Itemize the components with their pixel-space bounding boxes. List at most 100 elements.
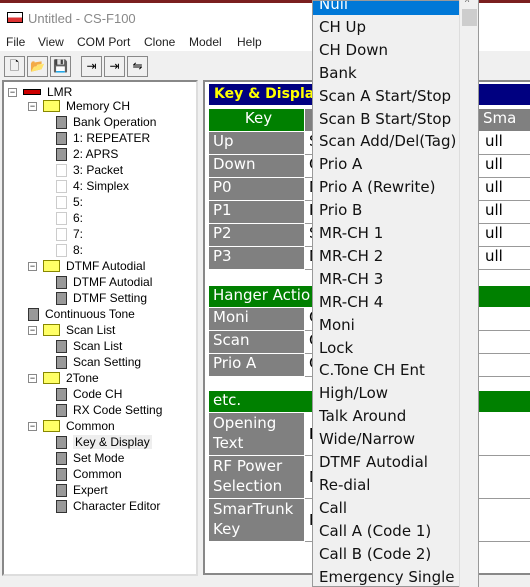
dropdown-option[interactable]: Emergency Single xyxy=(313,566,459,587)
new-file-icon[interactable]: 🗋 xyxy=(4,56,25,77)
dropdown-option[interactable]: CH Down xyxy=(313,39,459,61)
dropdown-option[interactable]: C.Tone CH Ent xyxy=(313,359,459,381)
dropdown-option[interactable]: Call B (Code 2) xyxy=(313,543,459,565)
page-icon xyxy=(56,435,67,449)
dropdown-option[interactable]: MR-CH 1 xyxy=(313,222,459,244)
key-label: Up xyxy=(209,132,304,155)
tree-item-label: Character Editor xyxy=(73,499,161,513)
tree-item[interactable]: 1: REPEATER xyxy=(56,131,150,145)
menu-com-port[interactable]: COM Port xyxy=(77,35,130,49)
tree-item[interactable]: Continuous Tone xyxy=(28,307,135,321)
tree-item[interactable]: − Memory CH xyxy=(28,99,130,113)
dropdown-option[interactable]: Null xyxy=(313,1,459,15)
tree-item[interactable]: 6: xyxy=(56,211,83,225)
function-dropdown-list[interactable]: Null CH Up CH Down Bank Scan A Start/Stop Sca… xyxy=(312,0,479,587)
collapse-icon[interactable]: − xyxy=(8,87,17,97)
dropdown-option[interactable]: Prio B xyxy=(313,199,459,221)
tree-item[interactable]: Scan Setting xyxy=(56,355,141,369)
dropdown-option[interactable]: Call A (Code 1) xyxy=(313,520,459,542)
tree-item-label: 2: APRS xyxy=(73,147,119,161)
tree-item[interactable]: Character Editor xyxy=(56,499,160,513)
menu-view[interactable]: View xyxy=(38,35,64,49)
page-icon xyxy=(56,243,67,257)
smartrunk-function-select[interactable]: ull xyxy=(481,178,530,201)
dropdown-option[interactable]: Lock xyxy=(313,337,459,359)
tree-item[interactable]: 2: APRS xyxy=(56,147,118,161)
dropdown-option[interactable]: MR-CH 3 xyxy=(313,268,459,290)
collapse-icon[interactable]: − xyxy=(28,101,37,111)
tree-item[interactable]: 7: xyxy=(56,227,83,241)
tree-item[interactable]: 3: Packet xyxy=(56,163,123,177)
menu-clone[interactable]: Clone xyxy=(144,35,175,49)
page-icon xyxy=(56,355,67,369)
tree-item[interactable]: Key & Display xyxy=(56,435,152,449)
tree-item[interactable]: Bank Operation xyxy=(56,115,156,129)
dropdown-option[interactable]: Call xyxy=(313,497,459,519)
dropdown-option[interactable]: DTMF Autodial xyxy=(313,451,459,473)
write-to-radio-icon[interactable]: ⇥ xyxy=(104,56,125,77)
dropdown-option[interactable]: Prio A xyxy=(313,153,459,175)
tree-root-label: LMR xyxy=(47,85,73,99)
collapse-icon[interactable]: − xyxy=(28,373,37,383)
folder-icon xyxy=(43,372,60,384)
tree-item[interactable]: Code CH xyxy=(56,387,122,401)
open-folder-icon[interactable]: 📂 xyxy=(27,56,48,77)
dropdown-option[interactable]: Scan Add/Del(Tag) xyxy=(313,130,459,152)
tree-item[interactable]: − DTMF Autodial xyxy=(28,259,145,273)
dropdown-option[interactable]: Talk Around xyxy=(313,405,459,427)
dropdown-option[interactable]: Bank xyxy=(313,62,459,84)
tree-item[interactable]: DTMF Setting xyxy=(56,291,147,305)
collapse-icon[interactable]: − xyxy=(28,325,37,335)
menu-model[interactable]: Model xyxy=(189,35,222,49)
tree-item-label: Common xyxy=(66,419,115,433)
tree-item[interactable]: Set Mode xyxy=(56,451,124,465)
dropdown-option[interactable]: Moni xyxy=(313,314,459,336)
dropdown-option[interactable]: Scan B Start/Stop xyxy=(313,108,459,130)
smartrunk-function-select[interactable]: ull xyxy=(481,155,530,178)
tree-item[interactable]: Common xyxy=(56,467,122,481)
tree-item-label: DTMF Autodial xyxy=(73,275,153,289)
menu-file[interactable]: File xyxy=(6,35,25,49)
tree-item[interactable]: Expert xyxy=(56,483,108,497)
page-icon xyxy=(56,179,67,193)
tree-item[interactable]: − Common xyxy=(28,419,115,433)
dropdown-option[interactable]: CH Up xyxy=(313,16,459,38)
smartrunk-function-select[interactable]: ull xyxy=(481,132,530,155)
key-label: P2 xyxy=(209,224,304,247)
tree-item[interactable]: RX Code Setting xyxy=(56,403,162,417)
scroll-up-icon[interactable]: ^ xyxy=(465,0,469,7)
tree-item[interactable]: 5: xyxy=(56,195,83,209)
smartrunk-function-select[interactable]: ull xyxy=(481,224,530,247)
sma-column-header: Sma xyxy=(483,109,517,127)
dropdown-option[interactable]: MR-CH 2 xyxy=(313,245,459,267)
dropdown-option[interactable]: Re-dial xyxy=(313,474,459,496)
app-radio-icon xyxy=(7,12,23,23)
save-icon[interactable]: 💾 xyxy=(50,56,71,77)
dropdown-option[interactable]: MR-CH 4 xyxy=(313,291,459,313)
dropdown-scrollbar[interactable]: ^ xyxy=(459,0,478,587)
tree-item-label: Key & Display xyxy=(73,435,152,449)
tree-item[interactable]: 4: Simplex xyxy=(56,179,129,193)
tree-item[interactable]: − Scan List xyxy=(28,323,115,337)
tree-item[interactable]: DTMF Autodial xyxy=(56,275,152,289)
smartrunk-function-select[interactable]: ull xyxy=(481,201,530,224)
tree-root[interactable]: − LMR xyxy=(8,85,72,99)
tree-item[interactable]: 8: xyxy=(56,243,83,257)
collapse-icon[interactable]: − xyxy=(28,421,37,431)
clone-icon[interactable]: ⇋ xyxy=(127,56,148,77)
key-label: P3 xyxy=(209,247,304,270)
tree-view[interactable]: − LMR − Memory CH Bank Operation 1: REPEATE… xyxy=(2,80,198,576)
tree-item-label: 2Tone xyxy=(66,371,99,385)
collapse-icon[interactable]: − xyxy=(28,261,37,271)
menu-help[interactable]: Help xyxy=(237,35,262,49)
scrollbar-thumb[interactable] xyxy=(462,9,477,26)
read-from-radio-icon[interactable]: ⇥ xyxy=(81,56,102,77)
dropdown-option[interactable]: High/Low xyxy=(313,382,459,404)
tree-item[interactable]: Scan List xyxy=(56,339,122,353)
dropdown-option[interactable]: Scan A Start/Stop xyxy=(313,85,459,107)
tree-item[interactable]: − 2Tone xyxy=(28,371,99,385)
smartrunk-function-select[interactable]: ull xyxy=(481,247,530,270)
key-column-header: Key xyxy=(209,109,304,132)
dropdown-option[interactable]: Wide/Narrow xyxy=(313,428,459,450)
dropdown-option[interactable]: Prio A (Rewrite) xyxy=(313,176,459,198)
